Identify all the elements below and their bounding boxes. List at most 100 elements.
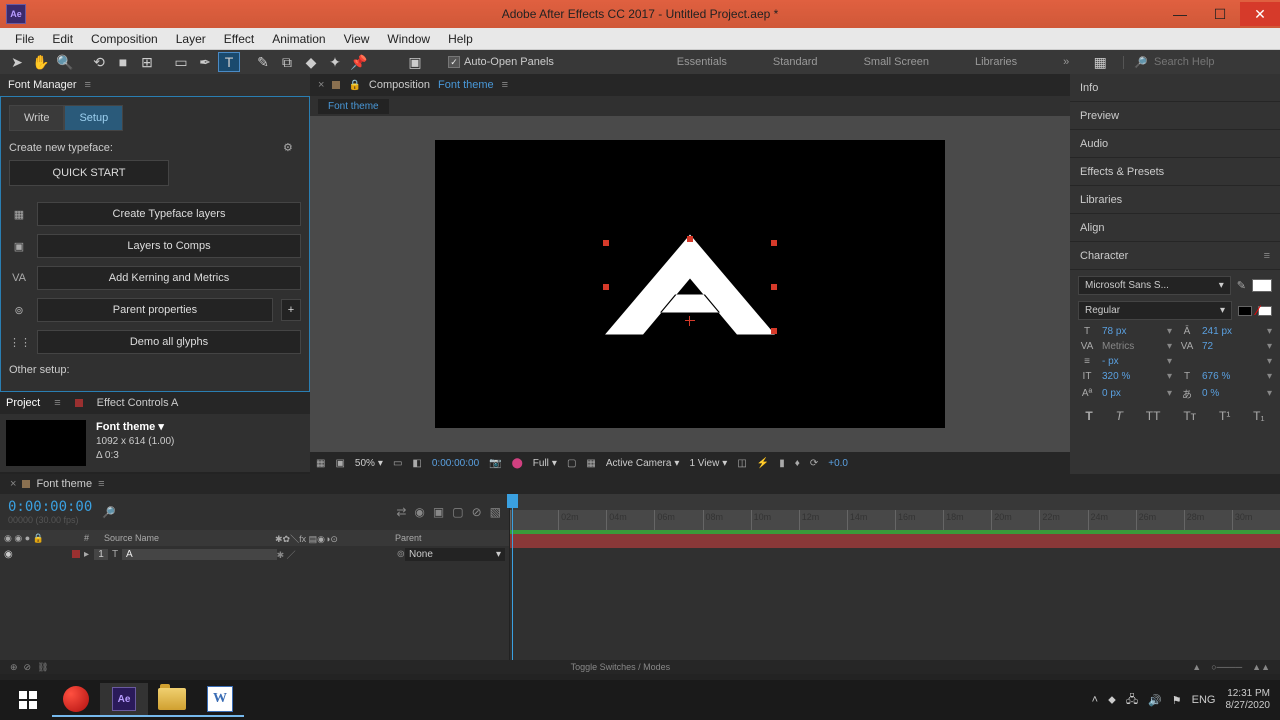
toggle-switches-button[interactable]: Toggle Switches / Modes [571,662,671,672]
effect-controls-tab[interactable]: Effect Controls A [97,397,179,409]
fm-tab-write[interactable]: Write [9,105,64,131]
hscale-input[interactable]: 676 %▾ [1202,371,1272,382]
frame-icon[interactable]: ▭ [393,458,402,469]
selection-tool-icon[interactable]: ➤ [6,52,28,72]
kerning-select[interactable]: Metrics▾ [1102,341,1172,352]
workspace-essentials[interactable]: Essentials [669,52,735,72]
font-style-select[interactable]: Regular▾ [1078,301,1232,320]
current-time[interactable]: 0:00:00:00 [8,499,92,515]
viewer-time[interactable]: 0:00:00:00 [432,458,479,469]
vscale-input[interactable]: 320 %▾ [1102,371,1172,382]
timeline-tab[interactable]: Font theme [36,478,92,490]
pan-behind-tool-icon[interactable]: ⊞ [136,52,158,72]
project-menu-icon[interactable]: ≡ [54,397,60,409]
timeline-layer[interactable]: ◉ ▸ 1 T A ✱ ／ ⊚ None▾ [0,546,509,562]
timeline-ruler[interactable]: 02m 04m 06m 08m 10m 12m 14m 16m 18m 20m … [510,510,1280,530]
display-icon[interactable]: ▣ [335,458,344,469]
fast-preview-icon[interactable]: ⚡ [757,458,769,469]
type-tool-icon[interactable]: T [218,52,240,72]
exposure-value[interactable]: +0.0 [828,458,848,469]
brush-tool-icon[interactable]: ✎ [252,52,274,72]
eraser-tool-icon[interactable]: ◆ [300,52,322,72]
transparency-icon[interactable]: ▦ [586,458,595,469]
pen-tool-icon[interactable]: ✒ [194,52,216,72]
parent-select[interactable]: None▾ [405,548,505,561]
channel-icon[interactable]: ⬤ [512,458,523,469]
layer-name[interactable]: A [122,549,277,560]
playhead[interactable] [512,494,513,660]
tsume-input[interactable]: 0 %▾ [1202,388,1272,399]
eyedropper-icon[interactable]: ✎ [1237,279,1246,292]
hand-tool-icon[interactable]: ✋ [30,52,52,72]
pixel-aspect-icon[interactable]: ◫ [737,458,746,469]
handle-br[interactable] [771,328,777,334]
handle-tl[interactable] [603,240,609,246]
auto-open-checkbox[interactable]: ✓ [448,56,460,68]
close-tab-icon[interactable]: × [318,79,324,91]
comp-mini-flowchart-icon[interactable]: ⇄ [396,505,406,519]
shy-icon[interactable]: ▣ [433,505,444,519]
zoom-tool-icon[interactable]: 🔍 [54,52,76,72]
view-select[interactable]: 1 View▾ [689,458,727,469]
comp-menu-icon[interactable]: ≡ [502,79,508,91]
panel-effects-presets[interactable]: Effects & Presets [1070,158,1280,186]
comp-breadcrumb[interactable]: Font theme [318,99,389,114]
add-kerning-button[interactable]: Add Kerning and Metrics [37,266,301,290]
menu-help[interactable]: Help [439,30,482,48]
snapshot-icon[interactable]: 📷 [489,458,501,469]
fill-swatch[interactable] [1252,279,1272,292]
start-button[interactable] [4,683,52,717]
demo-glyphs-button[interactable]: Demo all glyphs [37,330,301,354]
panel-audio[interactable]: Audio [1070,130,1280,158]
workspace-standard[interactable]: Standard [765,52,826,72]
tray-flag-icon[interactable]: ⚑ [1172,694,1182,707]
stroke-swatch-none[interactable]: ⁄ [1258,306,1272,316]
puppet-tool-icon[interactable]: 📌 [348,52,370,72]
zoom-slider[interactable]: ○──── [1211,662,1242,672]
draft-3d-icon[interactable]: ◉ [414,505,424,519]
visibility-icon[interactable]: ◉ [4,549,20,560]
pickwhip-icon[interactable]: ⊚ [397,549,405,560]
handle-mr[interactable] [771,284,777,290]
tray-volume-icon[interactable]: 🔊 [1148,694,1162,707]
panel-libraries[interactable]: Libraries [1070,186,1280,214]
taskbar-explorer[interactable] [148,683,196,717]
camera-tool-icon[interactable]: ■ [112,52,134,72]
sync-settings-icon[interactable]: ▦ [1089,52,1111,72]
clone-tool-icon[interactable]: ⧉ [276,52,298,72]
panel-icon[interactable]: ▣ [404,52,426,72]
comp-name[interactable]: Font theme ▾ [96,420,174,435]
leading-input[interactable]: 241 px▾ [1202,326,1272,337]
search-help-input[interactable] [1154,56,1274,68]
panel-character-header[interactable]: Character ≡ [1070,242,1280,270]
canvas[interactable] [435,140,945,428]
lock-icon[interactable]: 🔒 [348,80,360,91]
menu-edit[interactable]: Edit [43,30,82,48]
layer-bar[interactable] [510,534,1280,548]
composition-link[interactable]: Font theme [438,79,494,91]
source-name-col[interactable]: Source Name [104,533,275,543]
project-thumbnail[interactable] [6,420,86,466]
taskbar-opera[interactable] [52,683,100,717]
panel-info[interactable]: Info [1070,74,1280,102]
character-menu-icon[interactable]: ≡ [1264,250,1270,262]
minimize-button[interactable]: — [1160,2,1200,26]
menu-view[interactable]: View [335,30,379,48]
close-timeline-tab-icon[interactable]: × [10,478,16,490]
layers-to-comps-button[interactable]: Layers to Comps [37,234,301,258]
zoom-out-icon[interactable]: ▲ [1192,662,1201,672]
timeline-icon[interactable]: ▮ [779,458,785,469]
timeline-footer-icon3[interactable]: ⛓ [37,662,48,673]
anchor-point-icon[interactable] [685,316,695,326]
roi-icon[interactable]: ▢ [567,458,576,469]
flowchart-icon[interactable]: ♦ [795,458,800,469]
tracking-input[interactable]: 72▾ [1202,341,1272,352]
graph-editor-icon[interactable]: ▧ [490,505,501,519]
font-family-select[interactable]: Microsoft Sans S...▾ [1078,276,1231,295]
taskbar-clock[interactable]: 12:31 PM 8/27/2020 [1226,688,1271,712]
zoom-select[interactable]: 50%▾ [355,458,383,469]
close-button[interactable]: ✕ [1240,2,1280,26]
menu-animation[interactable]: Animation [263,30,334,48]
maximize-button[interactable]: ☐ [1200,2,1240,26]
handle-tc[interactable] [687,236,693,242]
